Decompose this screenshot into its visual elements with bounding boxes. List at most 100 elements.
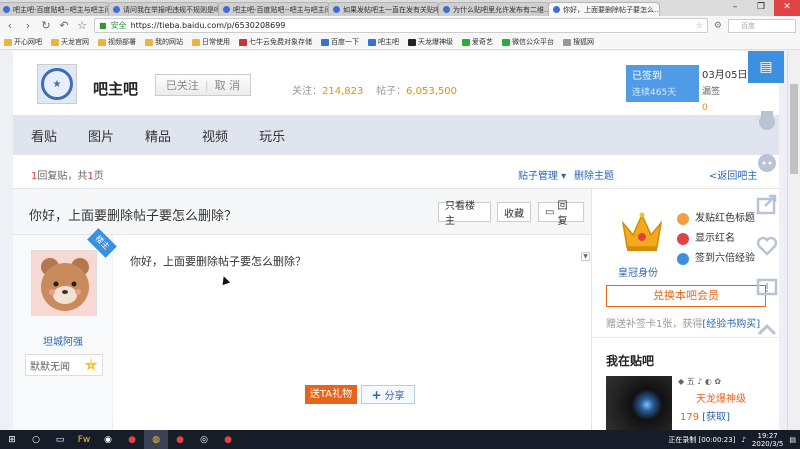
app-icon[interactable]: ◎ [192,430,216,449]
redeem-member-button[interactable]: 兑换本吧会员 [606,285,766,307]
bookmark-item[interactable]: 开心网吧 [4,37,42,47]
forum-name[interactable]: 吧主吧 [93,78,138,99]
posts-count: 6,053,500 [406,86,457,97]
reload-icon[interactable]: ↻ [40,19,52,32]
browser-tab[interactable]: 为什么贴吧里允许发布有二维...✕ [438,2,550,16]
forum-logo[interactable]: ★ [37,64,77,104]
bookmark-item[interactable]: 微信公众平台 [502,37,554,47]
browser-tab[interactable]: 吧主吧-百度贴吧--吧主与吧主间...✕ [218,2,330,16]
windows-taskbar: ⊞ ○ ▭ Fw ◉ ● ◍ ● ◎ ● 正在录制 [00:00:23] ♪ 1… [0,430,800,449]
task-view-icon[interactable]: ▭ [48,430,72,449]
nav-tab[interactable]: 视频 [202,126,228,145]
browser-tab[interactable]: 吧主吧-百度贴吧--吧主与吧主间...✕ [0,2,110,16]
share-icon[interactable] [756,193,778,215]
unfollow-button[interactable]: 取 消 [215,77,241,93]
folder-icon [192,38,200,46]
search-icon[interactable]: ○ [24,430,48,449]
volume-icon[interactable]: ♪ [741,436,745,444]
forward-icon[interactable]: › [22,19,34,32]
level-star-icon: 1 [84,358,98,371]
windows-start-icon[interactable]: ⊞ [0,430,24,449]
browser-tab-active[interactable]: 你好，上面要删除帖子要怎么...✕ [548,2,660,16]
bookmark-item[interactable]: 我的网站 [145,37,183,47]
page-scrollbar[interactable] [787,51,800,430]
tieba-icon [443,6,450,13]
send-gift-button[interactable]: 送TA礼物 [305,385,357,404]
lock-icon: ■ [99,21,107,30]
app-icon[interactable]: ◉ [96,430,120,449]
share-button[interactable]: + 分享 [361,385,415,404]
browser-tab[interactable]: 请问我在举报吧违规不规则是吗...✕ [108,2,220,16]
bookmark-item[interactable]: 天龙官网 [51,37,89,47]
url-bar[interactable]: ■ 安全 https://tieba.baidu.com/p/653020869… [94,18,708,33]
bookmark-item[interactable]: 爱奇艺 [462,37,493,47]
follow-button[interactable]: 已关注 | 取 消 [155,74,251,96]
extension-icon[interactable]: ⚙ [714,21,722,31]
back-icon[interactable]: ‹ [4,19,16,32]
restore-button[interactable]: ❐ [748,0,774,16]
chat-button[interactable]: ▤ [748,51,784,83]
browser-tab[interactable]: 如果发帖吧主一直在发有关贴吧...✕ [328,2,440,16]
recording-icon[interactable]: ● [216,430,240,449]
recording-status[interactable]: 正在录制 [00:00:23] [668,435,735,445]
nav-tab[interactable]: 精品 [145,126,171,145]
get-tbean-link[interactable]: [获取] [702,412,730,423]
favorite-button[interactable]: 收藏 [497,202,531,222]
browser-search-box[interactable]: 百度 [728,18,796,33]
privilege-item: 发贴红色标题 [677,209,755,229]
bookmark-item[interactable]: 百度一下 [321,37,359,47]
delete-thread-link[interactable]: 删除主题 [574,167,614,182]
bookmark-star-icon[interactable]: ☆ [696,21,703,30]
favorites-star-icon[interactable]: ☆ [76,19,88,32]
nav-tab[interactable]: 看贴 [31,126,57,145]
bookmark-item[interactable]: 日常使用 [192,37,230,47]
record-icon[interactable]: ● [120,430,144,449]
author-name[interactable]: 坦城阿强 [13,333,113,348]
post-manage-menu[interactable]: 贴子管理 ▾ [518,167,566,182]
url-text[interactable]: https://tieba.baidu.com/p/6530208699 [131,21,286,30]
signed-badge[interactable]: 已签到 连续465天 [626,65,699,102]
back-to-top-icon[interactable] [756,319,778,341]
follow-label: 已关注 [165,79,199,92]
bookmark-item[interactable]: 七牛云免费对象存储 [239,37,312,47]
user-name[interactable]: 天龙爆神级 [696,390,746,405]
exp-icon [677,253,689,265]
clock[interactable]: 19:27 2020/3/5 [752,432,783,448]
cat-icon[interactable] [756,151,778,173]
mascot-icon[interactable] [756,109,778,131]
report-icon[interactable] [756,277,778,299]
bookmark-item[interactable]: 视频部署 [98,37,136,47]
author-level-badge[interactable]: 默默无闻 1 [25,354,103,376]
avatar[interactable] [31,250,97,316]
bookmark-item[interactable]: 搜狐网 [563,37,594,47]
reply-button[interactable]: ▭ 回复 [538,201,584,227]
address-toolbar: ‹ › ↻ ↶ ☆ ■ 安全 https://tieba.baidu.com/p… [0,16,800,35]
minimize-button[interactable]: – [722,0,748,16]
post-menu-chevron-icon[interactable]: ▼ [581,252,590,261]
nav-tab[interactable]: 玩乐 [259,126,285,145]
user-avatar[interactable] [606,376,672,430]
thread-title: 你好，上面要删除帖子要怎么删除？ [29,209,238,224]
floating-toolbar: ▤ [748,51,786,351]
system-tray: 正在录制 [00:00:23] ♪ 19:27 2020/3/5 ▤ [668,430,796,449]
heart-icon[interactable] [756,235,778,257]
undo-icon[interactable]: ↶ [58,19,70,32]
sohu-icon [563,38,571,46]
folder-icon [51,38,59,46]
chrome-icon[interactable]: ◍ [144,430,168,449]
gift-info: 赠送补签卡1张，获得[经验书购买] [606,319,761,330]
my-forum-title: 我在贴吧 [606,354,655,368]
forum-emblem-icon: ★ [41,68,73,100]
nav-tab[interactable]: 图片 [88,126,114,145]
scrollbar-thumb[interactable] [790,84,798,174]
only-op-button[interactable]: 只看楼主 [438,201,491,227]
notification-icon[interactable]: ▤ [789,436,796,444]
bookmark-item[interactable]: 天龙爆神级 [408,37,453,47]
iqiyi-icon [462,38,470,46]
crown-label[interactable]: 皇冠身份 [618,264,658,279]
folder-icon [145,38,153,46]
close-window-button[interactable]: ✕ [774,0,800,16]
recorder-app-icon[interactable]: ● [168,430,192,449]
fireworks-icon[interactable]: Fw [72,430,96,449]
bookmark-item[interactable]: 吧主吧 [368,37,399,47]
